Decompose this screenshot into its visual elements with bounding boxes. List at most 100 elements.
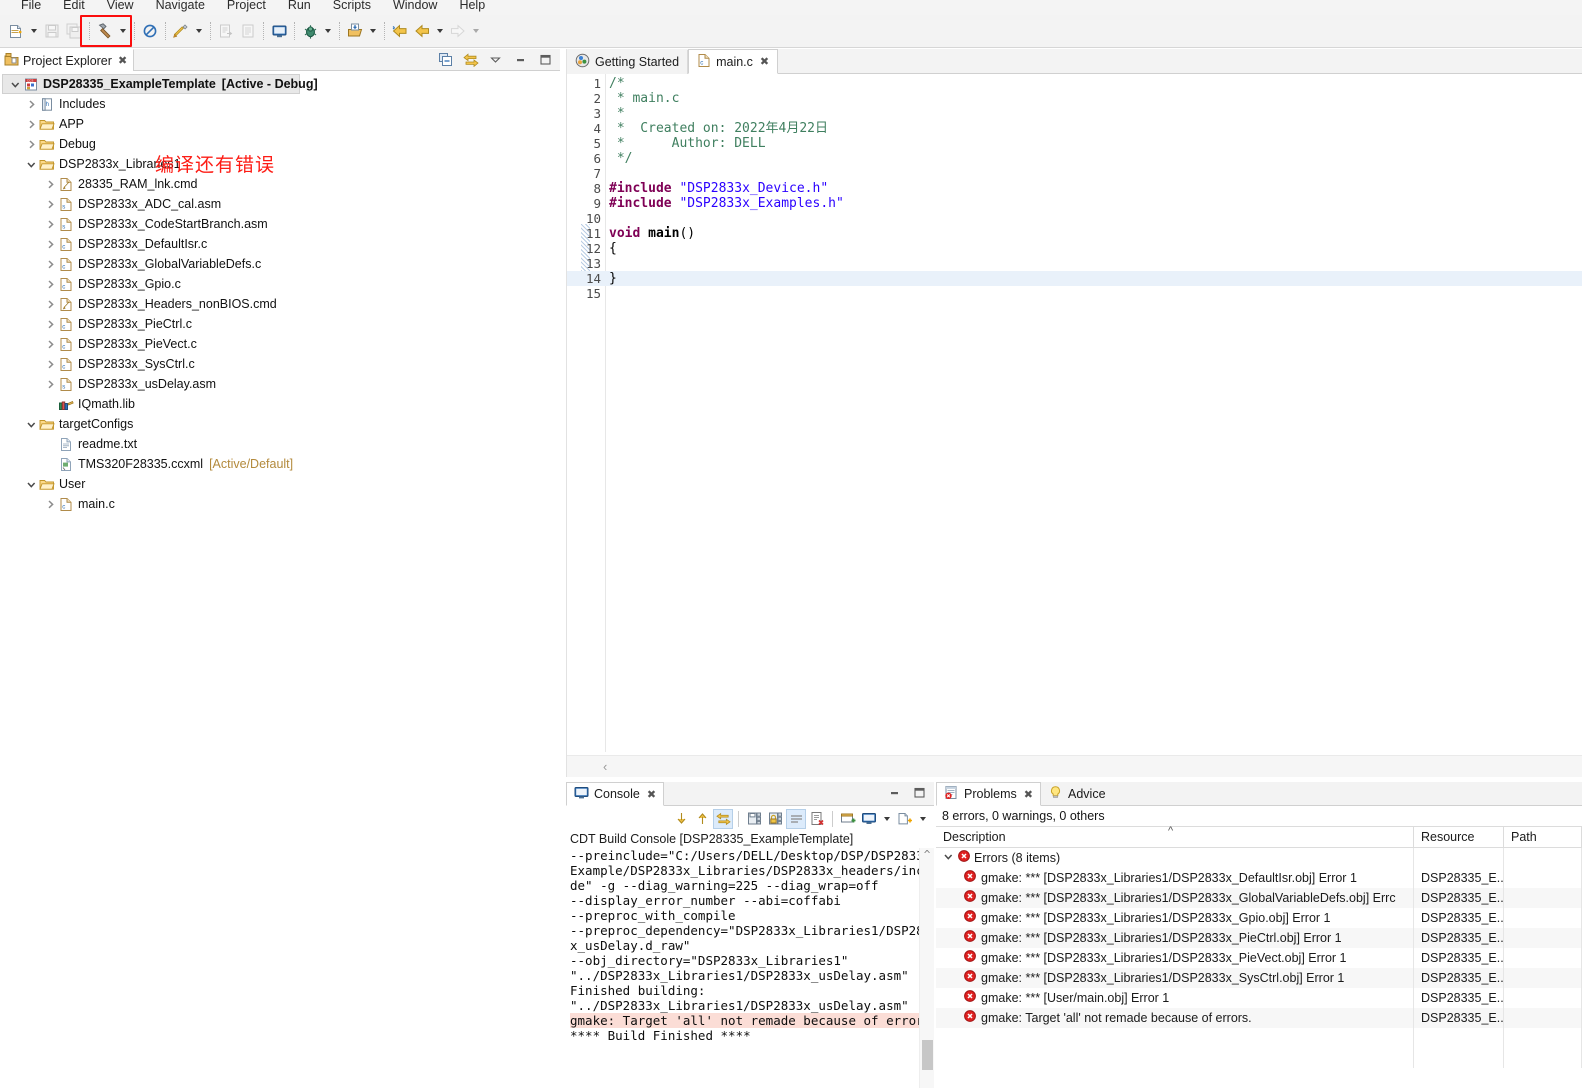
tree-item-app[interactable]: APP — [0, 114, 560, 134]
previous-annotation-icon[interactable] — [411, 20, 433, 42]
new-console-dropdown-arrow[interactable] — [916, 808, 930, 830]
build-hammer-icon[interactable] — [94, 20, 116, 42]
load-program-icon[interactable] — [344, 20, 366, 42]
display-selected-console-icon[interactable] — [838, 809, 858, 829]
maximize-icon[interactable] — [913, 786, 926, 802]
chevron-down-icon[interactable] — [24, 159, 38, 170]
menu-item-project[interactable]: Project — [216, 0, 277, 14]
tree-item-dsp2833x-gpio-c[interactable]: c DSP2833x_Gpio.c — [0, 274, 560, 294]
close-icon[interactable]: ✖ — [645, 788, 656, 801]
menu-item-view[interactable]: View — [96, 0, 145, 14]
chevron-right-icon[interactable] — [24, 99, 38, 110]
tree-item-dsp2833x-globalvariabledefs-c[interactable]: c DSP2833x_GlobalVariableDefs.c — [0, 254, 560, 274]
menu-item-file[interactable]: File — [10, 0, 52, 14]
tree-item-dsp2833x-pievect-c[interactable]: c DSP2833x_PieVect.c — [0, 334, 560, 354]
menu-item-help[interactable]: Help — [448, 0, 496, 14]
problems-row[interactable]: gmake: *** [DSP2833x_Libraries1/DSP2833x… — [936, 968, 1582, 988]
close-icon[interactable]: ✖ — [1022, 788, 1033, 801]
chevron-right-icon[interactable] — [43, 319, 57, 330]
tree-item-includes[interactable]: h Includes — [0, 94, 560, 114]
pin-console-icon[interactable] — [744, 809, 764, 829]
chevron-down-icon[interactable] — [24, 479, 38, 490]
chevron-right-icon[interactable] — [24, 119, 38, 130]
open-console-icon[interactable] — [859, 809, 879, 829]
tree-item-dsp2833x-defaultisr-c[interactable]: c DSP2833x_DefaultIsr.c — [0, 234, 560, 254]
clear-all-icon[interactable] — [807, 809, 827, 829]
chevron-right-icon[interactable] — [43, 179, 57, 190]
editor-horizontal-scrollbar[interactable]: ‹ — [567, 755, 1582, 777]
chevron-right-icon[interactable] — [43, 239, 57, 250]
tree-item-debug[interactable]: Debug — [0, 134, 560, 154]
maximize-icon[interactable] — [537, 51, 554, 68]
debug-as-dropdown-arrow[interactable] — [321, 20, 335, 42]
chevron-right-icon[interactable] — [24, 139, 38, 150]
scrollbar-thumb[interactable] — [922, 1040, 933, 1070]
problems-tab-problems[interactable]: Problems ✖ — [936, 782, 1042, 806]
menu-item-run[interactable]: Run — [277, 0, 322, 14]
back-history-icon[interactable] — [389, 20, 411, 42]
previous-dropdown-arrow[interactable] — [433, 20, 447, 42]
tree-item-dsp28335-exampletemplate[interactable]: CCS DSP28335_ExampleTemplate [Active - Deb… — [2, 74, 318, 94]
close-icon[interactable]: ✖ — [758, 55, 769, 68]
menu-item-navigate[interactable]: Navigate — [145, 0, 216, 14]
scroll-lock-down-icon[interactable] — [671, 809, 691, 829]
tree-item-targetconfigs[interactable]: targetConfigs — [0, 414, 560, 434]
chevron-right-icon[interactable] — [43, 299, 57, 310]
problems-row[interactable]: gmake: *** [DSP2833x_Libraries1/DSP2833x… — [936, 868, 1582, 888]
chevron-right-icon[interactable] — [43, 359, 57, 370]
problems-row[interactable]: gmake: *** [DSP2833x_Libraries1/DSP2833x… — [936, 948, 1582, 968]
tree-item-tms320f28335-ccxml[interactable]: TMS320F28335.ccxml [Active/Default] — [0, 454, 560, 474]
tree-item-28335-ram-lnk-cmd[interactable]: 28335_RAM_lnk.cmd — [0, 174, 560, 194]
build-dropdown-arrow[interactable] — [116, 20, 130, 42]
chevron-right-icon[interactable] — [43, 279, 57, 290]
tree-item-iqmath-lib[interactable]: IQmath.lib — [0, 394, 560, 414]
scroll-left-chevron-icon[interactable]: ‹ — [567, 759, 607, 774]
problems-row[interactable]: gmake: Target 'all' not remade because o… — [936, 1008, 1582, 1028]
minimize-icon[interactable] — [512, 51, 529, 68]
console-output[interactable]: --preinclude="C:/Users/DELL/Desktop/DSP/… — [566, 848, 934, 1088]
view-menu-icon[interactable] — [487, 51, 504, 68]
chevron-right-icon[interactable] — [43, 379, 57, 390]
open-console-dropdown-arrow[interactable] — [880, 808, 894, 830]
problems-row[interactable]: gmake: *** [User/main.obj] Error 1 DSP283… — [936, 988, 1582, 1008]
menu-item-scripts[interactable]: Scripts — [322, 0, 382, 14]
console-icon[interactable] — [268, 20, 290, 42]
editor-tab-getting-started[interactable]: Getting Started — [567, 50, 689, 74]
tree-item-dsp2833x-codestartbranch-asm[interactable]: s DSP2833x_CodeStartBranch.asm — [0, 214, 560, 234]
chevron-down-icon[interactable] — [8, 79, 22, 90]
debug-bug-icon[interactable] — [299, 20, 321, 42]
tree-item-dsp2833x-usdelay-asm[interactable]: s DSP2833x_usDelay.asm — [0, 374, 560, 394]
column-header-path[interactable]: Path — [1504, 826, 1582, 848]
tree-item-readme-txt[interactable]: readme.txt — [0, 434, 560, 454]
problems-tab-advice[interactable]: Advice — [1041, 782, 1113, 806]
tree-item-dsp2833x-sysctrl-c[interactable]: c DSP2833x_SysCtrl.c — [0, 354, 560, 374]
menu-item-window[interactable]: Window — [382, 0, 448, 14]
no-search-icon[interactable] — [139, 20, 161, 42]
clear-console-icon[interactable] — [713, 808, 733, 829]
menu-item-edit[interactable]: Edit — [52, 0, 96, 14]
chevron-down-icon[interactable] — [943, 848, 954, 868]
editor-tab-main-c[interactable]: c main.c ✖ — [688, 49, 779, 74]
close-icon[interactable]: ✖ — [116, 54, 127, 67]
chevron-right-icon[interactable] — [43, 199, 57, 210]
new-dropdown-arrow[interactable] — [27, 20, 41, 42]
problems-row[interactable]: gmake: *** [DSP2833x_Libraries1/DSP2833x… — [936, 928, 1582, 948]
collapse-all-icon[interactable] — [437, 51, 454, 68]
load-dropdown-arrow[interactable] — [366, 20, 380, 42]
scroll-up-chevron-icon[interactable]: ^ — [920, 848, 934, 862]
tree-item-dsp2833x-libraries1[interactable]: DSP2833x_Libraries1 — [0, 154, 560, 174]
scroll-up-icon[interactable] — [692, 809, 712, 829]
chevron-right-icon[interactable] — [43, 339, 57, 350]
column-header-resource[interactable]: Resource — [1414, 826, 1504, 848]
tree-item-dsp2833x-piectrl-c[interactable]: c DSP2833x_PieCtrl.c — [0, 314, 560, 334]
chevron-right-icon[interactable] — [43, 259, 57, 270]
debug-dropdown-arrow[interactable] — [192, 20, 206, 42]
tree-item-dsp2833x-headers-nonbios-cmd[interactable]: DSP2833x_Headers_nonBIOS.cmd — [0, 294, 560, 314]
lock-console-icon[interactable] — [765, 809, 785, 829]
chevron-right-icon[interactable] — [43, 219, 57, 230]
console-vertical-scrollbar[interactable]: ^ — [919, 848, 934, 1088]
tree-item-dsp2833x-adc-cal-asm[interactable]: s DSP2833x_ADC_cal.asm — [0, 194, 560, 214]
minimize-icon[interactable] — [888, 786, 901, 802]
chevron-right-icon[interactable] — [43, 499, 57, 510]
code-editor[interactable]: 1/* 2 * main.c 3 * 4 * Created on: 2022年4月2… — [567, 74, 1582, 752]
